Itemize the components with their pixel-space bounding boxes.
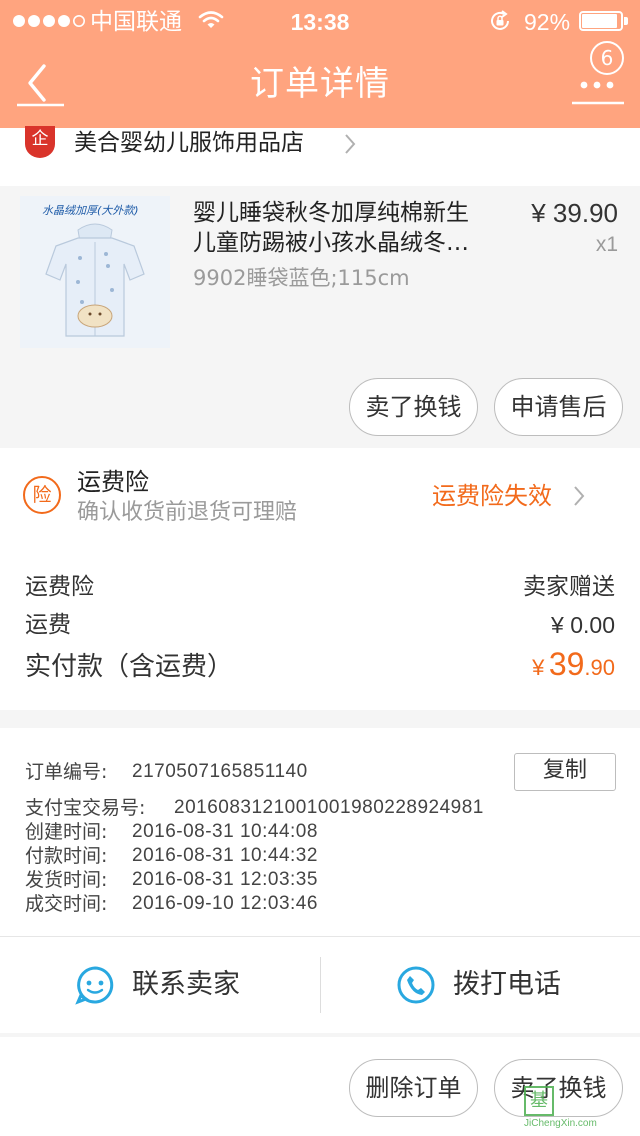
shop-chevron-right-icon	[345, 134, 356, 154]
shop-badge-icon: 企	[25, 126, 55, 158]
product-price: ¥ 39.90	[531, 198, 618, 228]
cost-summary: 运费险 卖家赠送 运费 ¥ 0.00 实付款（含运费） ¥ 39.90	[0, 546, 640, 710]
chat-bubble-icon	[75, 966, 114, 1005]
shipping-fee-value: ¥ 0.00	[551, 612, 615, 638]
product-title-line2: 儿童防踢被小孩水晶绒冬…	[193, 230, 469, 256]
delete-order-button[interactable]: 删除订单	[349, 1059, 478, 1117]
insurance-subtitle: 确认收货前退货可理赔	[77, 500, 298, 525]
product-image[interactable]: 水晶绒加厚(大外款)	[20, 196, 170, 348]
shop-badge-char: 企	[31, 129, 49, 149]
copy-order-number-button[interactable]: 复制	[514, 753, 616, 791]
product-sku: 9902睡袋蓝色;115cm	[193, 266, 410, 290]
shipped-time: 2016-08-31 12:03:35	[132, 869, 318, 890]
contact-seller-button[interactable]: 联系卖家	[0, 937, 320, 1033]
total-currency: ¥	[532, 655, 545, 680]
completed-time-label: 成交时间:	[25, 893, 108, 915]
order-number-label: 订单编号:	[25, 761, 108, 783]
section-gap	[0, 710, 640, 728]
request-after-sales-button[interactable]: 申请售后	[494, 378, 623, 436]
insurance-icon-char: 险	[32, 484, 52, 506]
product-quantity: x1	[595, 233, 618, 256]
total-integer: 39	[548, 646, 585, 682]
more-menu-button[interactable]	[570, 72, 626, 108]
shipping-fee-label: 运费	[25, 612, 71, 638]
shop-row[interactable]: 企 美合婴幼儿服饰用品店	[0, 126, 640, 186]
created-time-label: 创建时间:	[25, 821, 108, 843]
message-count-badge: 6	[590, 41, 624, 75]
order-info: 订单编号: 2170507165851140 复制 支付宝交易号: 201608…	[0, 728, 640, 936]
shipped-time-label: 发货时间:	[25, 869, 108, 891]
total-paid-amount: ¥ 39.90	[532, 646, 615, 683]
alipay-number: 2016083121001001980228924981	[174, 797, 484, 818]
product-card[interactable]: 水晶绒加厚(大外款) 婴儿睡袋秋冬加厚纯棉新生 儿童防踢被小孩水晶绒冬… 990…	[0, 186, 640, 448]
paid-time-label: 付款时间:	[25, 845, 108, 867]
insurance-status: 运费险失效	[432, 482, 552, 510]
watermark-text: JiChengXin.com	[524, 1118, 597, 1129]
sleeping-bag-illustration	[45, 223, 145, 337]
page-title: 订单详情	[250, 64, 390, 104]
shipping-insurance-row[interactable]: 险 运费险 确认收货前退货可理赔 运费险失效	[0, 450, 640, 546]
insurance-fee-label: 运费险	[25, 574, 94, 600]
total-decimal: .90	[584, 655, 615, 680]
navigation-header: 中国联通 13:38 92% 订单详情 6	[0, 0, 640, 128]
contact-seller-label: 联系卖家	[132, 969, 240, 1000]
watermark-logo-char: 基	[524, 1086, 554, 1116]
battery-percentage: 92%	[524, 9, 571, 35]
call-phone-label: 拨打电话	[453, 969, 561, 1000]
product-title-line1: 婴儿睡袋秋冬加厚纯棉新生	[193, 200, 469, 226]
created-time: 2016-08-31 10:44:08	[132, 821, 318, 842]
more-dots-icon	[572, 81, 624, 105]
rotation-lock-icon	[488, 9, 512, 33]
insurance-title: 运费险	[77, 468, 149, 496]
insurance-fee-value: 卖家赠送	[523, 574, 615, 600]
insurance-chevron-right-icon	[574, 486, 585, 506]
phone-icon	[397, 966, 435, 1004]
order-number: 2170507165851140	[132, 761, 308, 782]
sell-for-cash-button[interactable]: 卖了换钱	[349, 378, 478, 436]
paid-time: 2016-08-31 10:44:32	[132, 845, 318, 866]
watermark: 基 JiChengXin.com	[516, 1086, 638, 1134]
battery-icon	[579, 11, 629, 31]
completed-time: 2016-09-10 12:03:46	[132, 893, 318, 914]
alipay-number-label: 支付宝交易号:	[25, 797, 146, 819]
contact-row: 联系卖家 拨打电话	[0, 937, 640, 1033]
call-phone-button[interactable]: 拨打电话	[321, 937, 640, 1033]
total-paid-label: 实付款（含运费）	[25, 652, 234, 682]
shop-name: 美合婴幼儿服饰用品店	[74, 130, 304, 156]
insurance-icon: 险	[23, 476, 61, 514]
